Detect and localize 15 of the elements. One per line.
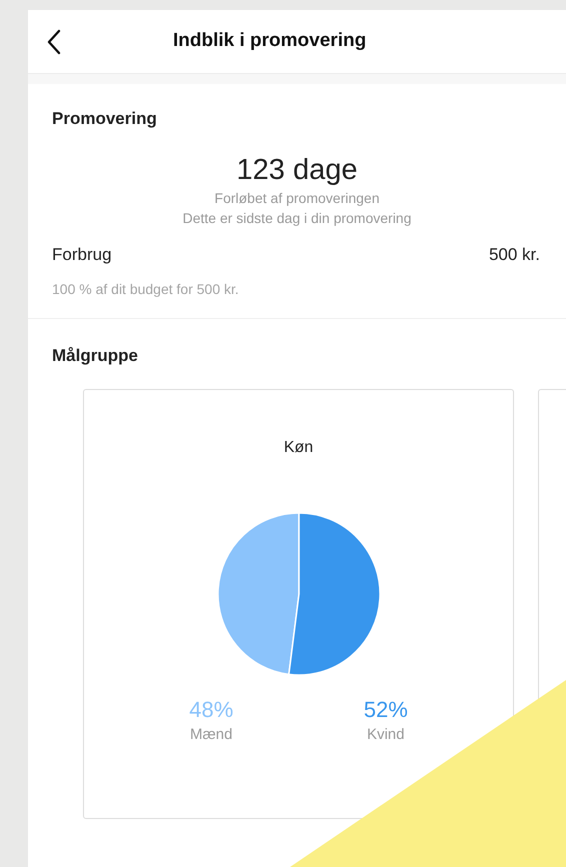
legend-label: Kvind (366, 724, 404, 744)
percent-value: 48% (189, 696, 234, 724)
duration-note: Dette er sidste dag i din promovering (182, 208, 412, 228)
duration-value: 123 dage (236, 152, 358, 188)
percent-value: 52% (364, 696, 408, 724)
card-title: Køn (284, 438, 314, 458)
duration-caption: Forløbet af promoveringen (214, 188, 380, 208)
section-heading: Promovering (52, 108, 158, 130)
legend-label: Mænd (190, 724, 232, 744)
budget-note: 100 % af dit budget for 500 kr. (52, 280, 240, 299)
spend-label: Forbrug (52, 244, 112, 266)
section-heading: Målgruppe (52, 345, 139, 367)
spend-value: 500 kr. (488, 244, 540, 266)
page-title: Indblik i promovering (173, 29, 366, 54)
chevron-left-icon (46, 28, 62, 54)
